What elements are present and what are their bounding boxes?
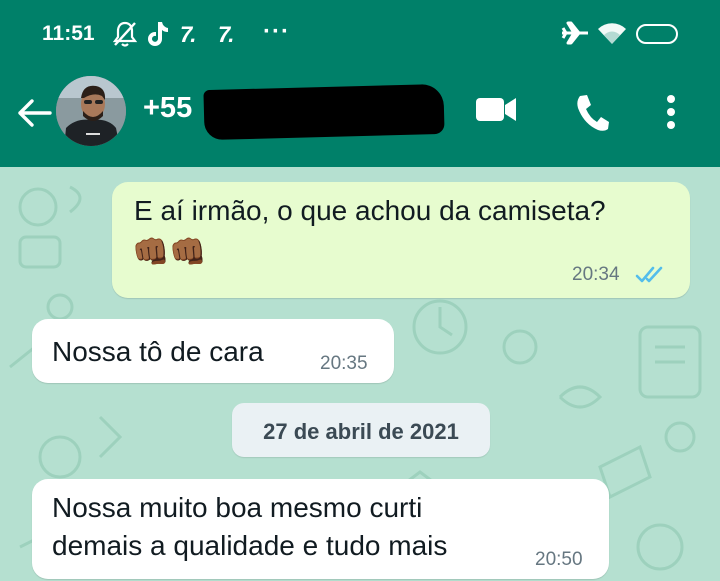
contact-avatar[interactable] (56, 76, 126, 146)
more-dots-icon: ··· (263, 18, 290, 45)
message-time: 20:50 (535, 549, 583, 570)
read-receipt-icon (635, 266, 669, 289)
message-bubble-incoming[interactable]: Nossa tô de cara 20:35 (32, 319, 394, 383)
contact-name[interactable]: +55 (143, 92, 192, 125)
wifi-icon (596, 20, 628, 53)
message-time: 20:34 (572, 264, 620, 285)
app-icon: 7. (218, 22, 234, 47)
tiktok-icon (146, 20, 170, 53)
app-icon: 7. (180, 22, 196, 47)
message-text-line2: demais a qualidade e tudo mais (52, 530, 448, 561)
chat-area[interactable]: E aí irmão, o que achou da camiseta? 👊🏾👊… (0, 167, 720, 581)
message-bubble-incoming[interactable]: Nossa muito boa mesmo curti demais a qua… (32, 479, 609, 579)
notifications-muted-icon (112, 20, 138, 53)
more-options-icon[interactable] (664, 92, 678, 137)
video-call-icon[interactable] (474, 92, 518, 131)
message-time: 20:35 (320, 353, 368, 374)
status-bar: 11:51 7. 7. ··· 90 (0, 0, 720, 70)
status-time: 11:51 (42, 22, 95, 45)
message-text: E aí irmão, o que achou da camiseta? (134, 195, 606, 226)
airplane-mode-icon (560, 20, 590, 53)
message-text: Nossa tô de cara (52, 336, 264, 367)
redacted-phone-number (203, 83, 445, 141)
battery-level: 90 (649, 26, 665, 41)
battery-icon: 90 (636, 24, 678, 44)
date-label: 27 de abril de 2021 (263, 419, 459, 444)
message-text-line1: Nossa muito boa mesmo curti (52, 492, 423, 523)
date-separator: 27 de abril de 2021 (232, 403, 490, 457)
back-arrow-icon[interactable] (14, 93, 54, 133)
voice-call-icon[interactable] (574, 92, 610, 137)
message-bubble-outgoing[interactable]: E aí irmão, o que achou da camiseta? 👊🏾👊… (112, 182, 690, 298)
message-emoji: 👊🏾👊🏾 (132, 236, 207, 269)
